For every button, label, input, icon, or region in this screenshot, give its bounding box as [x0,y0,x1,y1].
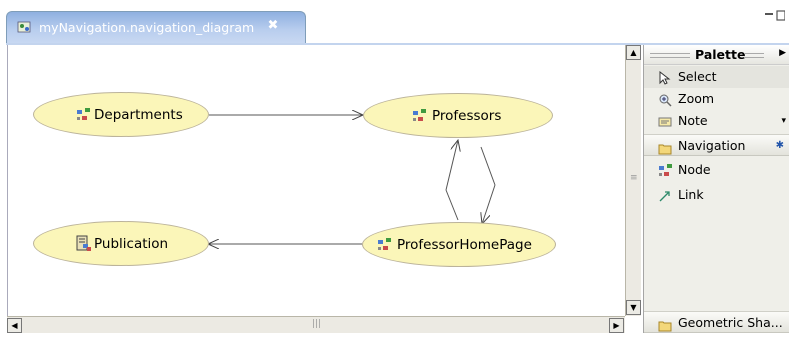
editor-tab-strip: myNavigation.navigation_diagram ✖ [0,0,789,45]
palette-tool-zoom[interactable]: Zoom [644,88,789,110]
palette-tool-select[interactable]: Select [644,66,789,88]
maximize-icon[interactable] [776,10,786,21]
diagram-canvas[interactable]: Departments Professors Publication Profe… [7,45,625,316]
node-icon [412,108,428,127]
link-professors-professorhomepage-2[interactable] [482,184,496,224]
link-professorhomepage-professors-2[interactable] [445,140,458,191]
palette-title: Palette [695,47,746,62]
scroll-left-button[interactable]: ◀ [7,318,22,333]
node-label: ProfessorHomePage [397,237,532,253]
palette-tool-label: Select [678,69,717,84]
palette-drawer-navigation[interactable]: Navigation ✱ [644,134,789,156]
palette-grip [744,53,764,58]
palette-drawer-geometric-shapes[interactable]: Geometric Sha... [644,311,789,333]
palette-grip [650,53,690,58]
diagram-file-icon [17,20,31,37]
editor-tab-title: myNavigation.navigation_diagram [39,20,255,35]
note-icon [658,114,672,136]
node-label: Departments [94,107,183,123]
chevron-down-icon[interactable]: ▾ [781,110,786,132]
palette-item-link[interactable]: Link [644,184,789,206]
vertical-scrollbar[interactable]: ▲ ≡ ▼ [625,45,641,316]
node-publication[interactable]: Publication [33,221,209,266]
node-departments[interactable]: Departments [33,92,209,137]
palette-tool-label: Note [678,113,708,128]
palette-item-node[interactable]: Node [644,159,789,181]
node-label: Professors [432,108,502,124]
palette-panel: Palette ▶ Select Zoom Note ▾ Navigation … [643,45,789,333]
node-icon [76,107,92,126]
link-professorhomepage-professors[interactable] [445,189,459,221]
drawer-label: Geometric Sha... [678,315,783,330]
link-professors-professorhomepage[interactable] [480,146,496,186]
folder-icon [658,317,673,339]
horizontal-scrollbar[interactable]: ◀ ||| ▶ [7,316,625,333]
link-icon [658,188,672,210]
palette-menu-icon[interactable]: ▶ [779,48,786,58]
palette-tool-label: Zoom [678,91,715,106]
node-icon [658,163,674,186]
document-node-icon [76,235,92,256]
connections-layer [8,45,496,316]
palette-header[interactable]: Palette ▶ [644,45,789,65]
node-label: Publication [94,236,169,252]
palette-item-label: Node [678,162,711,177]
scroll-thumb-grip[interactable]: ≡ [630,173,638,183]
node-professors[interactable]: Professors [363,93,553,138]
pin-icon[interactable]: ✱ [776,135,784,157]
palette-item-label: Link [678,187,704,202]
scroll-thumb-grip[interactable]: ||| [312,319,321,329]
window-controls [765,10,786,25]
close-tab-icon[interactable]: ✖ [266,19,280,33]
palette-tool-note[interactable]: Note ▾ [644,110,789,132]
scroll-down-button[interactable]: ▼ [626,300,641,315]
scroll-right-button[interactable]: ▶ [609,318,624,333]
drawer-label: Navigation [678,138,746,153]
minimize-icon[interactable] [765,13,773,15]
node-icon [377,237,393,256]
node-professor-home-page[interactable]: ProfessorHomePage [362,222,556,267]
editor-tab[interactable]: myNavigation.navigation_diagram ✖ [6,11,306,44]
scroll-up-button[interactable]: ▲ [626,45,641,60]
